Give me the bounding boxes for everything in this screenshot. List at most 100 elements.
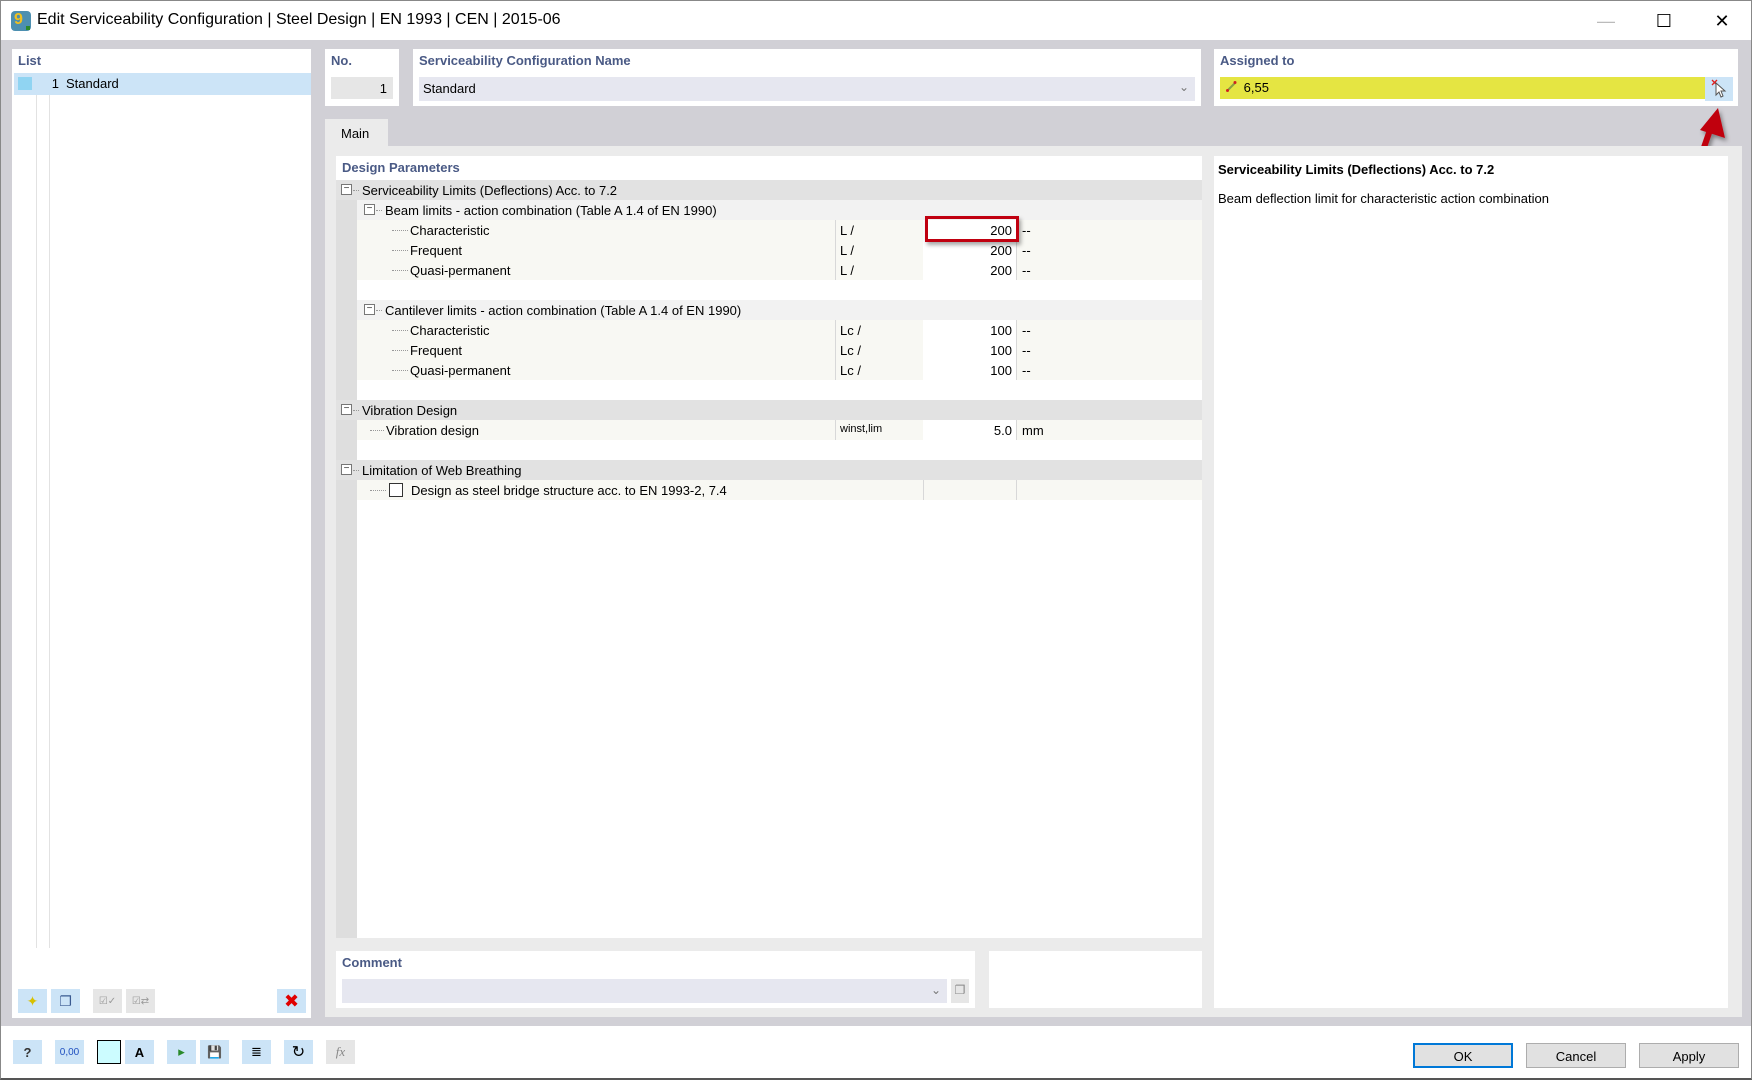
tree-row[interactable]: Frequent Lc / 100 -- (357, 340, 1202, 360)
name-header: Serviceability Configuration Name (419, 53, 631, 68)
comment-library-button[interactable]: ❐ (951, 979, 969, 1003)
comment-panel: Comment ⌄ ❐ (336, 951, 975, 1008)
title-bar: 9 Edit Serviceability Configuration | St… (0, 0, 1752, 40)
database-button[interactable]: ≣ (242, 1040, 271, 1064)
list-item-name: Standard (66, 76, 119, 91)
row-symbol: Lc / (835, 320, 923, 340)
row-symbol: Lc / (835, 340, 923, 360)
list-header: List (18, 53, 42, 68)
row-label: Design as steel bridge structure acc. to… (411, 483, 727, 498)
new-item-button[interactable]: ✦ (18, 989, 47, 1013)
row-symbol: winst,lim (835, 420, 923, 440)
tree-row[interactable]: Quasi-permanent Lc / 100 -- (357, 360, 1202, 380)
maximize-button[interactable]: ☐ (1635, 1, 1693, 41)
tree-section-serviceability-limits[interactable]: − Serviceability Limits (Deflections) Ac… (336, 180, 1202, 200)
tree-row[interactable]: Characteristic Lc / 100 -- (357, 320, 1202, 340)
formula-button[interactable]: fx (326, 1040, 355, 1064)
assigned-to-field[interactable]: 6,55 (1220, 77, 1706, 99)
comment-header: Comment (342, 955, 402, 970)
row-label: Characteristic (410, 223, 490, 238)
list-item-number: 1 (51, 76, 59, 91)
bottom-bar: ? 0,00 A ▸ 💾 ≣ ↻ fx OK Cancel Apply (0, 1026, 1752, 1080)
bridge-structure-checkbox[interactable] (389, 483, 403, 497)
tree-row[interactable]: Frequent L / 200 -- (357, 240, 1202, 260)
row-value-input[interactable]: 200 (923, 260, 1017, 280)
number-field: 1 (331, 77, 393, 99)
units-button[interactable]: 0,00 (55, 1040, 84, 1064)
display-properties-button[interactable]: A (125, 1040, 154, 1064)
database-copy-icon: ≣ (251, 1044, 262, 1059)
save-defaults-button[interactable]: 💾 (200, 1040, 229, 1064)
toggle-check-button[interactable]: ☑⇄ (126, 989, 155, 1013)
design-parameters-panel: Design Parameters − Serviceability Limit… (336, 156, 1202, 938)
row-label: Frequent (410, 343, 463, 358)
description-panel: Serviceability Limits (Deflections) Acc.… (1214, 156, 1728, 1008)
row-value-input[interactable]: 5.0 (923, 420, 1017, 440)
cancel-button[interactable]: Cancel (1526, 1043, 1626, 1068)
tree-section-vibration-design[interactable]: − Vibration Design (336, 400, 1202, 420)
group-title: Beam limits - action combination (Table … (385, 203, 717, 218)
close-button[interactable]: ✕ (1693, 1, 1751, 41)
section-title: Limitation of Web Breathing (362, 463, 522, 478)
help-button[interactable]: ? (13, 1040, 42, 1064)
delete-icon: ✖ (283, 990, 300, 1011)
tree-row[interactable]: Design as steel bridge structure acc. to… (357, 480, 1202, 500)
collapse-icon[interactable]: − (364, 304, 375, 315)
tab-main[interactable]: Main (325, 119, 388, 146)
collapse-icon[interactable]: − (364, 204, 375, 215)
tree-row[interactable]: Vibration design winst,lim 5.0 mm (357, 420, 1202, 440)
toggle-check-icon: ☑⇄ (131, 995, 150, 1007)
group-title: Cantilever limits - action combination (… (385, 303, 742, 318)
units-decimals-icon: 0,00 (59, 1046, 80, 1058)
check-all-icon: ☑✓ (98, 995, 117, 1007)
check-all-button[interactable]: ☑✓ (93, 989, 122, 1013)
row-unit: -- (1022, 343, 1031, 358)
chevron-down-icon[interactable]: ⌄ (1179, 80, 1189, 94)
reset-button[interactable]: ↻ (284, 1040, 313, 1064)
copy-item-button[interactable]: ❐ (51, 989, 80, 1013)
row-unit: -- (1022, 223, 1031, 238)
pick-in-graphics-button[interactable] (1705, 77, 1733, 101)
row-value-input[interactable]: 200 (923, 240, 1017, 260)
configuration-name-combobox[interactable]: Standard ⌄ (419, 77, 1195, 101)
row-value-input[interactable]: 100 (923, 340, 1017, 360)
list-column-divider (49, 73, 50, 948)
ok-button[interactable]: OK (1413, 1043, 1513, 1068)
window-title: Edit Serviceability Configuration | Stee… (37, 11, 561, 28)
row-unit: mm (1022, 423, 1044, 438)
load-defaults-button[interactable]: ▸ (167, 1040, 196, 1064)
comment-combobox[interactable]: ⌄ (342, 979, 947, 1003)
row-unit: -- (1022, 363, 1031, 378)
delete-item-button[interactable]: ✖ (277, 989, 306, 1013)
tree-row[interactable]: Quasi-permanent L / 200 -- (357, 260, 1202, 280)
member-icon (1226, 80, 1240, 95)
row-value-input[interactable]: 100 (923, 320, 1017, 340)
list-item[interactable]: 1 Standard (14, 73, 311, 95)
section-title: Vibration Design (362, 403, 458, 418)
tree-section-web-breathing[interactable]: − Limitation of Web Breathing (336, 460, 1202, 480)
chevron-down-icon[interactable]: ⌄ (931, 983, 941, 997)
apply-button[interactable]: Apply (1639, 1043, 1739, 1068)
row-symbol: L / (835, 260, 923, 280)
row-symbol: L / (835, 240, 923, 260)
collapse-icon[interactable]: − (341, 184, 352, 195)
collapse-icon[interactable]: − (341, 404, 352, 415)
name-panel: Serviceability Configuration Name Standa… (413, 49, 1201, 106)
collapse-icon[interactable]: − (341, 464, 352, 475)
formula-icon: fx (335, 1044, 346, 1059)
minimize-button[interactable]: — (1577, 1, 1635, 41)
row-label: Quasi-permanent (410, 363, 511, 378)
row-value-input[interactable]: 100 (923, 360, 1017, 380)
assigned-to-value: 6,55 (1243, 80, 1269, 95)
tree-group-cantilever-limits[interactable]: − Cantilever limits - action combination… (357, 300, 1202, 320)
pick-cursor-icon (1711, 79, 1727, 98)
assigned-to-header: Assigned to (1220, 53, 1295, 68)
assigned-to-panel: Assigned to 6,55 (1214, 49, 1738, 106)
number-header: No. (331, 53, 352, 68)
tree-group-beam-limits[interactable]: − Beam limits - action combination (Tabl… (357, 200, 1202, 220)
section-title: Serviceability Limits (Deflections) Acc.… (362, 183, 618, 198)
description-title: Serviceability Limits (Deflections) Acc.… (1218, 162, 1495, 177)
list-panel: List 1 Standard ✦ ❐ ☑✓ ☑⇄ ✖ (12, 49, 311, 1018)
tree-row[interactable]: Characteristic L / 200 -- (357, 220, 1202, 240)
color-button[interactable] (97, 1040, 121, 1064)
